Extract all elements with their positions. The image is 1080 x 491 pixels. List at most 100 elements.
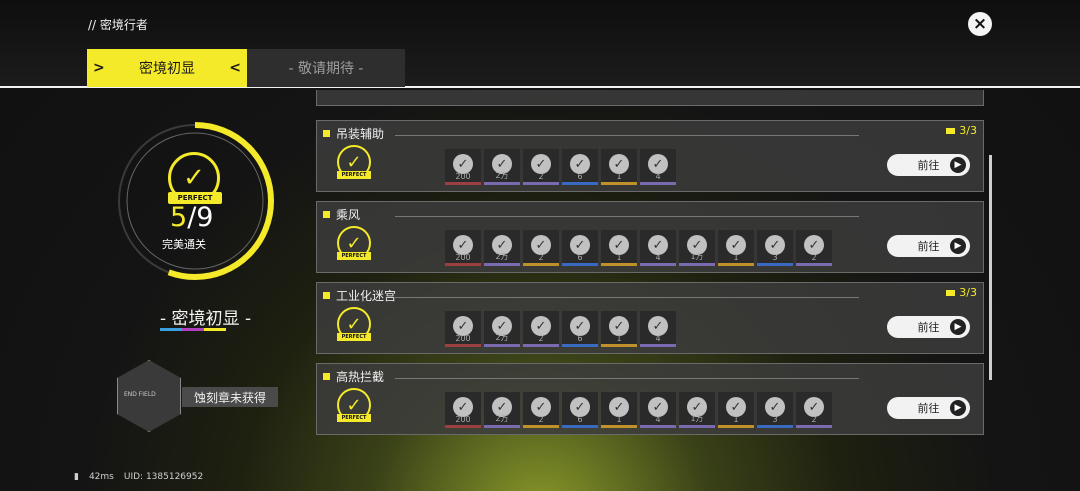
- etching-badge-icon: END FIELD: [117, 360, 181, 432]
- reward-qty: 1: [733, 253, 739, 262]
- go-button-label: 前往: [917, 240, 940, 253]
- claimed-check-icon: ✓: [453, 235, 473, 255]
- task-card: 吊装辅助 3/3 ✓ PERFECT ✓ 200 ✓ 2万 ✓ 2 ✓ 6 ✓ 1 ✓ 4 前往 ▶: [316, 120, 984, 192]
- reward-item[interactable]: ✓ 2: [523, 392, 559, 428]
- arrow-right-icon: ▶: [950, 400, 966, 416]
- reward-item[interactable]: ✓ 2万: [484, 311, 520, 347]
- claimed-check-icon: ✓: [531, 154, 551, 174]
- reward-qty: 200: [455, 334, 471, 343]
- chevron-right-icon: >: [93, 60, 105, 76]
- reward-item[interactable]: ✓ 2万: [484, 149, 520, 185]
- reward-item[interactable]: ✓ 1: [718, 392, 754, 428]
- reward-item[interactable]: ✓ 2: [523, 311, 559, 347]
- chest-icon: [946, 289, 956, 296]
- reward-qty: 4: [655, 172, 661, 181]
- reward-item[interactable]: ✓ 1: [601, 149, 637, 185]
- reward-qty: 6: [577, 172, 583, 181]
- arrow-right-icon: ▶: [950, 238, 966, 254]
- uid-value: UID: 1385126952: [123, 472, 204, 482]
- reward-item[interactable]: ✓ 4: [640, 311, 676, 347]
- reward-item[interactable]: ✓ 6: [562, 230, 598, 266]
- signal-icon: ▮: [74, 472, 79, 482]
- reward-item[interactable]: ✓ 200: [445, 311, 481, 347]
- score: 5/9: [170, 202, 213, 233]
- reward-item[interactable]: ✓ 2: [523, 149, 559, 185]
- reward-item[interactable]: ✓ 200: [445, 149, 481, 185]
- reward-qty: 1万: [690, 414, 704, 423]
- tab-coming-soon[interactable]: - 敬请期待 -: [247, 49, 405, 87]
- reward-item[interactable]: ✓ 200: [445, 230, 481, 266]
- title-marker-icon: [323, 292, 330, 299]
- score-caption: 完美通关: [162, 238, 206, 251]
- reward-item[interactable]: ✓ 2万: [484, 230, 520, 266]
- reward-item[interactable]: ✓ 6: [562, 311, 598, 347]
- claimed-check-icon: ✓: [609, 397, 629, 417]
- perfect-tag: PERFECT: [337, 414, 371, 422]
- divider: [395, 297, 859, 298]
- go-button-label: 前往: [917, 159, 940, 172]
- go-button[interactable]: 前往 ▶: [887, 397, 970, 419]
- reward-qty: 2万: [495, 333, 509, 342]
- endfield-logo: END FIELD: [124, 391, 156, 398]
- chest-icon: [946, 127, 956, 134]
- color-bar-purple: [182, 328, 204, 331]
- reward-item[interactable]: ✓ 1: [601, 230, 637, 266]
- reward-qty: 6: [577, 334, 583, 343]
- reward-item[interactable]: ✓ 6: [562, 149, 598, 185]
- task-title-text: 工业化迷宫: [336, 289, 397, 303]
- reward-item[interactable]: ✓ 2: [796, 392, 832, 428]
- reward-item[interactable]: ✓ 2: [796, 230, 832, 266]
- reward-item[interactable]: ✓ 2: [523, 230, 559, 266]
- claimed-check-icon: ✓: [726, 235, 746, 255]
- task-title-text: 吊装辅助: [336, 127, 385, 141]
- title-marker-icon: [323, 130, 330, 137]
- task-card: 乘风 ✓ PERFECT ✓ 200 ✓ 2万 ✓ 2 ✓ 6 ✓ 1 ✓ 4 ✓ 1万 ✓ 1 ✓ 3 ✓ 2 前往 ▶: [316, 201, 984, 273]
- reward-item[interactable]: ✓ 6: [562, 392, 598, 428]
- reward-qty: 1: [616, 415, 622, 424]
- chevron-left-icon: <: [229, 60, 241, 76]
- reward-qty: 2万: [495, 252, 509, 261]
- go-button[interactable]: 前往 ▶: [887, 154, 970, 176]
- badge-status-label: 蚀刻章未获得: [182, 387, 278, 407]
- go-button[interactable]: 前往 ▶: [887, 235, 970, 257]
- reward-item[interactable]: ✓ 4: [640, 149, 676, 185]
- reward-item[interactable]: ✓ 4: [640, 230, 676, 266]
- reward-list: ✓ 200 ✓ 2万 ✓ 2 ✓ 6 ✓ 1 ✓ 4: [445, 311, 676, 347]
- reward-qty: 2: [538, 172, 544, 181]
- reward-list: ✓ 200 ✓ 2万 ✓ 2 ✓ 6 ✓ 1 ✓ 4 ✓ 1万 ✓ 1 ✓ 3 ✓ 2: [445, 392, 832, 428]
- reward-item[interactable]: ✓ 3: [757, 230, 793, 266]
- reward-item[interactable]: ✓ 3: [757, 392, 793, 428]
- scrollbar[interactable]: [989, 155, 992, 380]
- claimed-check-icon: ✓: [570, 397, 590, 417]
- summary-panel: ✓ PERFECT 5/9 完美通关 - 密境初显 - END FIELD 蚀刻…: [0, 90, 310, 470]
- task-list[interactable]: 吊装辅助 3/3 ✓ PERFECT ✓ 200 ✓ 2万 ✓ 2 ✓ 6 ✓ 1 ✓ 4 前往 ▶ 乘风 ✓ PERF…: [316, 90, 984, 440]
- reward-item[interactable]: ✓ 1万: [679, 230, 715, 266]
- reward-item[interactable]: ✓ 2万: [484, 392, 520, 428]
- reward-item[interactable]: ✓ 1: [718, 230, 754, 266]
- task-card: 高热拦截 ✓ PERFECT ✓ 200 ✓ 2万 ✓ 2 ✓ 6 ✓ 1 ✓ 4 ✓ 1万 ✓ 1 ✓ 3 ✓ 2 前往 ▶: [316, 363, 984, 435]
- reward-qty: 1: [733, 415, 739, 424]
- reward-item[interactable]: ✓ 1: [601, 392, 637, 428]
- reward-qty: 6: [577, 253, 583, 262]
- reward-item[interactable]: ✓ 4: [640, 392, 676, 428]
- completion-ring: ✓ PERFECT 5/9 完美通关: [110, 116, 280, 286]
- go-button[interactable]: 前往 ▶: [887, 316, 970, 338]
- task-card-partial: [316, 90, 984, 106]
- divider: [395, 378, 859, 379]
- claimed-check-icon: ✓: [804, 397, 824, 417]
- tab-mijing-chuxian[interactable]: > 密境初显 <: [87, 49, 247, 87]
- reward-item[interactable]: ✓ 200: [445, 392, 481, 428]
- reward-qty: 2万: [495, 414, 509, 423]
- claimed-check-icon: ✓: [648, 235, 668, 255]
- reward-item[interactable]: ✓ 1: [601, 311, 637, 347]
- reward-item[interactable]: ✓ 1万: [679, 392, 715, 428]
- reward-qty: 4: [655, 415, 661, 424]
- perfect-tag: PERFECT: [337, 252, 371, 260]
- close-icon[interactable]: ×: [968, 12, 992, 36]
- color-bar: [160, 328, 226, 331]
- go-button-label: 前往: [917, 321, 940, 334]
- reward-list: ✓ 200 ✓ 2万 ✓ 2 ✓ 6 ✓ 1 ✓ 4: [445, 149, 676, 185]
- tab-label: 密境初显: [139, 61, 195, 77]
- task-title: 高热拦截: [323, 368, 384, 385]
- reward-qty: 4: [655, 253, 661, 262]
